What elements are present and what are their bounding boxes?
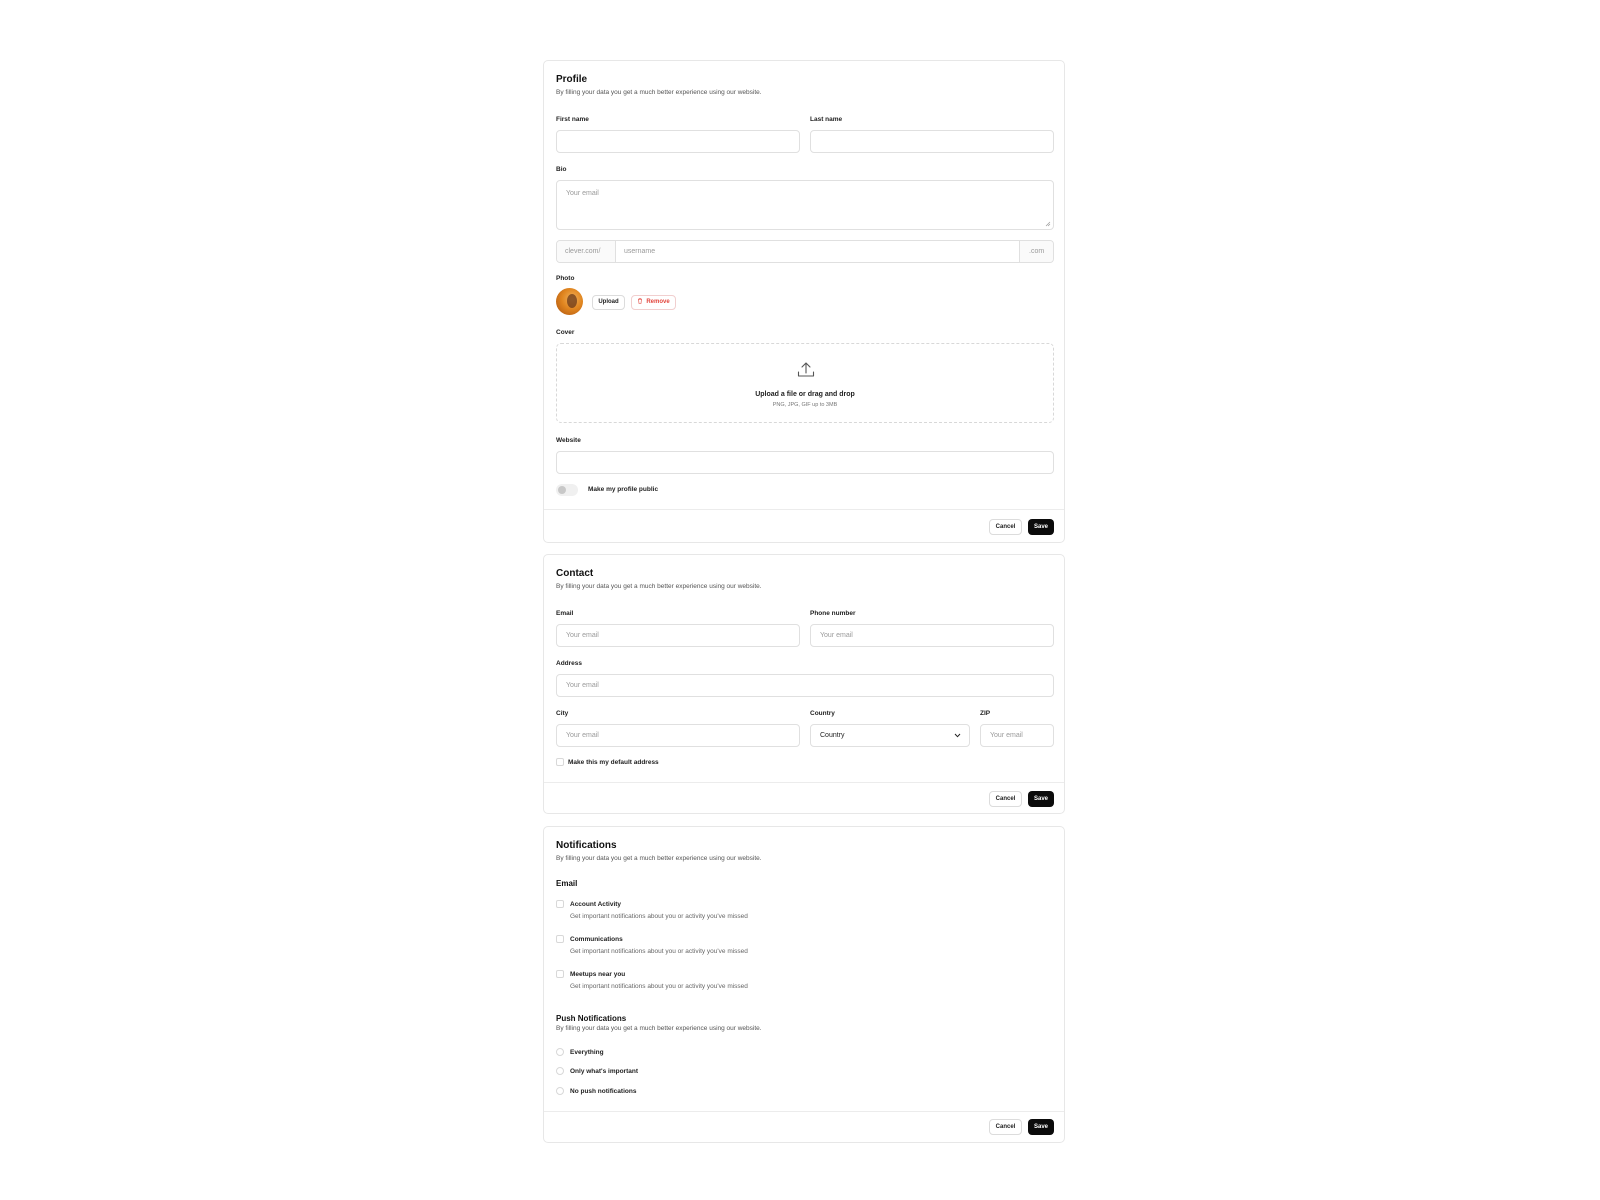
account-activity-title: Account Activity	[570, 901, 622, 908]
contact-title: Contact	[556, 568, 594, 579]
email-notifications-heading: Email	[556, 879, 578, 888]
bio-placeholder: Your email	[566, 190, 599, 197]
contact-cancel-button[interactable]: Cancel	[989, 791, 1022, 807]
profile-cancel-button[interactable]: Cancel	[989, 519, 1022, 535]
bio-textarea[interactable]: Your email	[556, 180, 1054, 230]
avatar-figure	[567, 294, 577, 308]
push-important-radio[interactable]	[556, 1067, 564, 1075]
communications-title: Communications	[570, 936, 623, 943]
push-notifications-heading: Push Notifications	[556, 1014, 627, 1023]
remove-photo-label: Remove	[646, 299, 670, 305]
address-input[interactable]: Your email	[556, 674, 1054, 697]
notifications-card: Notifications By filling your data you g…	[543, 826, 1065, 1143]
bio-label: Bio	[556, 166, 567, 173]
first-name-label: First name	[556, 116, 589, 123]
meetups-desc: Get important notifications about you or…	[570, 983, 748, 990]
zip-input[interactable]: Your email	[980, 724, 1054, 747]
notifications-cancel-button[interactable]: Cancel	[989, 1119, 1022, 1135]
last-name-label: Last name	[810, 116, 843, 123]
website-input[interactable]	[556, 451, 1054, 474]
contact-card: Contact By filling your data you get a m…	[543, 554, 1065, 814]
push-important-label: Only what's important	[570, 1068, 638, 1075]
push-notifications-subtitle: By filling your data you get a much bett…	[556, 1025, 762, 1032]
photo-label: Photo	[556, 275, 575, 282]
email-label: Email	[556, 610, 574, 617]
upload-photo-button[interactable]: Upload	[592, 295, 625, 310]
profile-title: Profile	[556, 74, 588, 85]
last-name-input[interactable]	[810, 130, 1054, 153]
contact-save-button[interactable]: Save	[1028, 791, 1054, 807]
username-field[interactable]: clever.com/ username .com	[556, 240, 1054, 263]
notifications-title: Notifications	[556, 840, 617, 851]
meetups-checkbox[interactable]	[556, 970, 564, 978]
city-input[interactable]: Your email	[556, 724, 800, 747]
public-profile-toggle[interactable]	[556, 484, 578, 496]
avatar	[556, 288, 583, 315]
username-suffix-addon: .com	[1019, 241, 1053, 262]
zip-placeholder: Your email	[990, 732, 1023, 739]
cover-upload-text: Upload a file or drag and drop	[755, 391, 855, 398]
zip-label: ZIP	[980, 710, 991, 717]
website-label: Website	[556, 437, 581, 444]
push-none-radio[interactable]	[556, 1087, 564, 1095]
push-none-label: No push notifications	[570, 1088, 637, 1095]
city-label: City	[556, 710, 569, 717]
country-select[interactable]: Country	[810, 724, 970, 747]
city-placeholder: Your email	[566, 732, 599, 739]
resize-handle-icon[interactable]	[1045, 221, 1051, 227]
push-everything-label: Everything	[570, 1049, 604, 1056]
meetups-title: Meetups near you	[570, 971, 626, 978]
chevron-down-icon	[954, 733, 961, 738]
address-placeholder: Your email	[566, 682, 599, 689]
email-placeholder: Your email	[566, 632, 599, 639]
phone-input[interactable]: Your email	[810, 624, 1054, 647]
notifications-subtitle: By filling your data you get a much bett…	[556, 855, 762, 862]
remove-photo-button[interactable]: Remove	[631, 295, 676, 310]
profile-save-button[interactable]: Save	[1028, 519, 1054, 535]
public-profile-label: Make my profile public	[588, 486, 659, 493]
default-address-checkbox[interactable]	[556, 758, 564, 766]
address-label: Address	[556, 660, 583, 667]
phone-label: Phone number	[810, 610, 856, 617]
notifications-save-button[interactable]: Save	[1028, 1119, 1054, 1135]
account-activity-checkbox[interactable]	[556, 900, 564, 908]
default-address-label: Make this my default address	[568, 759, 659, 766]
cover-dropzone[interactable]: Upload a file or drag and drop PNG, JPG,…	[556, 343, 1054, 423]
profile-card: Profile By filling your data you get a m…	[543, 60, 1065, 543]
communications-checkbox[interactable]	[556, 935, 564, 943]
upload-icon	[797, 362, 815, 377]
username-placeholder: username	[624, 248, 656, 255]
username-prefix-addon: clever.com/	[557, 241, 616, 262]
contact-subtitle: By filling your data you get a much bett…	[556, 583, 762, 590]
username-suffix: .com	[1029, 248, 1045, 255]
email-input[interactable]: Your email	[556, 624, 800, 647]
cover-label: Cover	[556, 329, 575, 336]
communications-desc: Get important notifications about you or…	[570, 948, 748, 955]
account-activity-desc: Get important notifications about you or…	[570, 913, 748, 920]
country-label: Country	[810, 710, 835, 717]
notifications-footer-divider	[544, 1111, 1064, 1112]
cover-upload-hint: PNG, JPG, GIF up to 3MB	[772, 402, 838, 408]
toggle-knob	[558, 486, 566, 494]
username-prefix: clever.com/	[565, 248, 601, 255]
country-value: Country	[820, 732, 845, 739]
phone-placeholder: Your email	[820, 632, 853, 639]
profile-subtitle: By filling your data you get a much bett…	[556, 89, 762, 96]
first-name-input[interactable]	[556, 130, 800, 153]
push-everything-radio[interactable]	[556, 1048, 564, 1056]
contact-footer-divider	[544, 782, 1064, 783]
trash-icon	[638, 298, 643, 304]
profile-footer-divider	[544, 509, 1064, 510]
